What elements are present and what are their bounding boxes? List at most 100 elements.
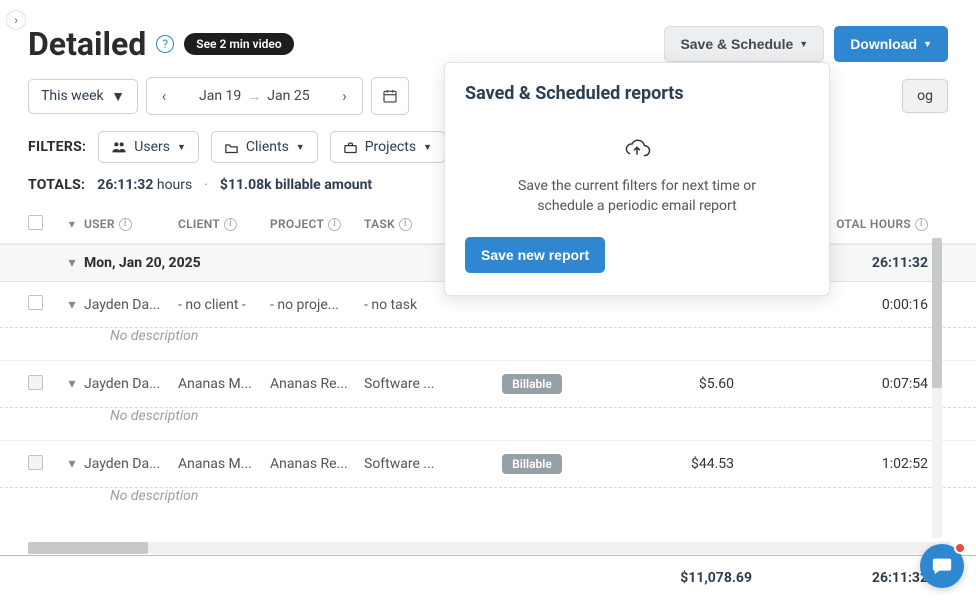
saved-scheduled-popover: Saved & Scheduled reports Save the curre… xyxy=(444,62,830,296)
chat-icon xyxy=(931,555,953,577)
billable-badge: Billable xyxy=(502,454,562,474)
chat-widget-button[interactable] xyxy=(920,544,964,588)
date-to: Jan 25 xyxy=(267,88,309,104)
cell-hours: 0:00:16 xyxy=(754,297,948,313)
row-checkbox[interactable] xyxy=(28,455,43,470)
cell-amount: $44.53 xyxy=(592,456,754,472)
next-period-button[interactable]: › xyxy=(328,78,362,114)
row-description: No description xyxy=(0,488,976,520)
column-task[interactable]: TASK xyxy=(364,217,395,231)
cell-task: Software ... xyxy=(364,456,472,472)
chevron-down-icon[interactable]: ▾ xyxy=(60,376,84,392)
vertical-scrollbar[interactable] xyxy=(932,238,942,538)
totals-footer: $11,078.69 26:11:32 xyxy=(0,555,976,600)
cell-client: - no client - xyxy=(178,297,270,313)
chevron-down-icon[interactable]: ▾ xyxy=(60,456,84,472)
footer-hours: 26:11:32 xyxy=(752,570,928,586)
info-icon[interactable]: i xyxy=(119,218,132,231)
filter-clients[interactable]: Clients ▼ xyxy=(211,131,318,163)
chevron-down-icon: ▼ xyxy=(799,39,808,49)
page-title: Detailed xyxy=(28,25,146,63)
briefcase-icon xyxy=(343,141,358,154)
filters-label: FILTERS: xyxy=(28,139,86,155)
popover-text-line1: Save the current filters for next time o… xyxy=(477,176,797,196)
chevron-down-icon: ▼ xyxy=(111,88,125,105)
date-range-select[interactable]: This week ▼ xyxy=(28,79,138,114)
help-icon[interactable]: ? xyxy=(156,35,174,53)
info-icon[interactable]: i xyxy=(328,218,341,231)
column-user[interactable]: USER xyxy=(84,217,115,231)
row-checkbox[interactable] xyxy=(28,375,43,390)
sort-caret-icon[interactable]: ▾ xyxy=(60,217,84,231)
row-checkbox[interactable] xyxy=(28,295,43,310)
cell-hours: 1:02:52 xyxy=(754,456,948,472)
select-all-checkbox[interactable] xyxy=(28,215,43,230)
table-row[interactable]: ▾ Jayden Da... Ananas M... Ananas Re... … xyxy=(0,441,976,488)
cloud-upload-icon xyxy=(622,138,652,160)
calendar-button[interactable] xyxy=(371,77,409,115)
date-range-display[interactable]: Jan 19 → Jan 25 xyxy=(181,88,328,105)
cell-task: - no task xyxy=(364,297,472,313)
save-new-report-button[interactable]: Save new report xyxy=(465,237,605,273)
cell-client: Ananas M... xyxy=(178,456,270,472)
info-icon[interactable]: i xyxy=(399,218,412,231)
download-button[interactable]: Download ▼ xyxy=(834,26,948,62)
billable-badge: Billable xyxy=(502,374,562,394)
filter-projects[interactable]: Projects ▼ xyxy=(330,131,445,163)
arrow-right-icon: → xyxy=(247,88,261,105)
cell-task: Software ... xyxy=(364,376,472,392)
column-total-hours[interactable]: OTAL HOURS xyxy=(836,217,911,231)
scrollbar-thumb[interactable] xyxy=(28,542,148,554)
date-from: Jan 19 xyxy=(199,88,241,104)
scrollbar-thumb[interactable] xyxy=(932,238,942,388)
row-description: No description xyxy=(0,328,976,361)
filter-users-label: Users xyxy=(134,139,170,155)
totals-billable: $11.08k billable amount xyxy=(220,177,372,193)
cell-user: Jayden Da... xyxy=(84,456,178,472)
footer-amount: $11,078.69 xyxy=(592,570,752,586)
info-icon[interactable]: i xyxy=(915,218,928,231)
filter-users[interactable]: Users ▼ xyxy=(98,131,199,163)
notification-badge xyxy=(954,542,966,554)
date-navigator: ‹ Jan 19 → Jan 25 › xyxy=(146,77,363,115)
download-label: Download xyxy=(850,36,917,52)
filter-clients-label: Clients xyxy=(246,139,289,155)
cell-user: Jayden Da... xyxy=(84,376,178,392)
cell-project: - no proje... xyxy=(270,297,364,313)
totals-hours-value: 26:11:32 xyxy=(97,177,153,193)
group-date: Mon, Jan 20, 2025 xyxy=(84,255,201,271)
folder-icon xyxy=(224,141,239,154)
separator-dot: · xyxy=(204,177,208,193)
cell-user: Jayden Da... xyxy=(84,297,178,313)
calendar-icon xyxy=(382,88,398,104)
chevron-down-icon[interactable]: ▾ xyxy=(60,255,84,271)
chevron-down-icon: ▼ xyxy=(296,142,305,153)
totals-hours-word: hours xyxy=(157,177,192,193)
chevron-down-icon[interactable]: ▾ xyxy=(60,297,84,313)
chevron-down-icon: ▼ xyxy=(923,39,932,49)
chevron-down-icon: ▼ xyxy=(177,142,186,153)
info-icon[interactable]: i xyxy=(224,218,237,231)
save-schedule-button[interactable]: Save & Schedule ▼ xyxy=(664,26,824,62)
cell-project: Ananas Re... xyxy=(270,376,364,392)
popover-text-line2: schedule a periodic email report xyxy=(477,196,797,216)
save-schedule-label: Save & Schedule xyxy=(680,36,793,52)
cell-client: Ananas M... xyxy=(178,376,270,392)
totals-label: TOTALS: xyxy=(28,177,85,193)
popover-title: Saved & Scheduled reports xyxy=(465,83,809,104)
cell-hours: 0:07:54 xyxy=(754,376,948,392)
cell-amount: $5.60 xyxy=(592,376,754,392)
cell-project: Ananas Re... xyxy=(270,456,364,472)
horizontal-scrollbar[interactable] xyxy=(28,542,936,554)
expand-sidebar-toggle[interactable]: › xyxy=(6,10,26,30)
prev-period-button[interactable]: ‹ xyxy=(147,78,181,114)
filter-projects-label: Projects xyxy=(365,139,416,155)
audit-log-button[interactable]: og xyxy=(902,79,948,113)
table-row[interactable]: ▾ Jayden Da... Ananas M... Ananas Re... … xyxy=(0,361,976,408)
see-video-badge[interactable]: See 2 min video xyxy=(184,33,293,55)
row-description: No description xyxy=(0,408,976,441)
date-range-label: This week xyxy=(41,88,104,104)
column-project[interactable]: PROJECT xyxy=(270,217,324,231)
column-client[interactable]: CLIENT xyxy=(178,217,220,231)
users-icon xyxy=(111,140,127,154)
